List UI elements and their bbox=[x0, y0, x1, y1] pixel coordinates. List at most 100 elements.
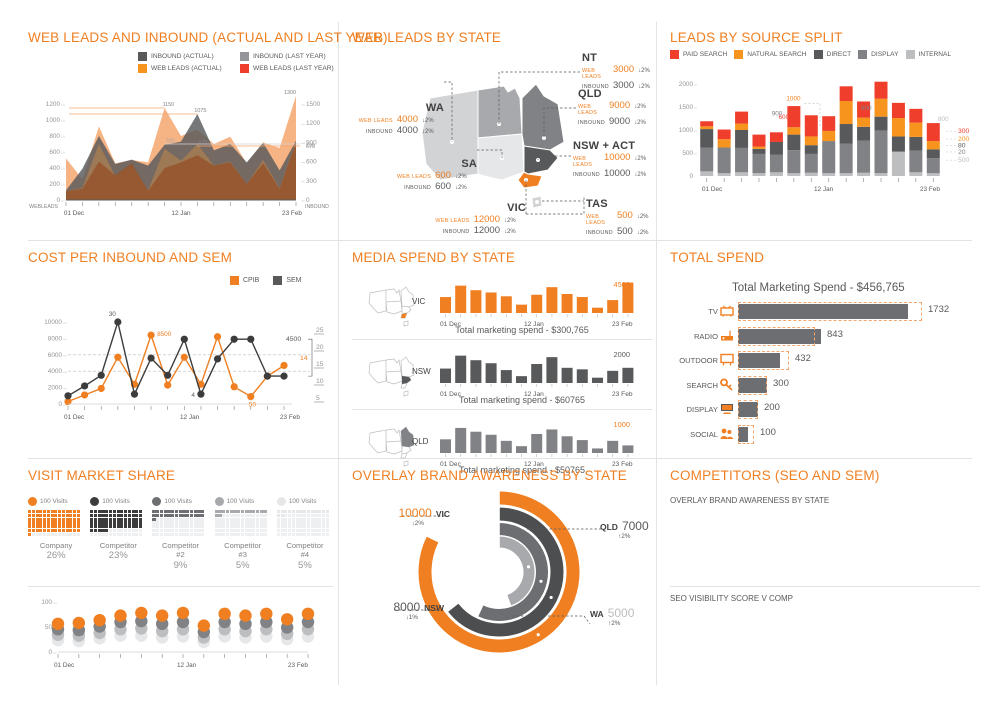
waffle-cell bbox=[31, 532, 35, 536]
waffle-cell bbox=[135, 532, 139, 536]
waffle-cell bbox=[46, 517, 50, 521]
waffle-cell bbox=[43, 513, 47, 517]
bar-segment bbox=[717, 139, 731, 148]
media-peak-label: 4500 bbox=[614, 280, 630, 289]
waffle-cell bbox=[303, 525, 307, 529]
total-spend-target-outline bbox=[738, 375, 767, 395]
donut-label-line: QLD 7000 bbox=[600, 519, 660, 533]
waffle-cell bbox=[46, 510, 50, 514]
map-state-block-nswact: NSW + ACT WEB LEADS 10000 ↓2% INBOUND 10000 ↓2… bbox=[573, 140, 656, 179]
waffle-cell bbox=[127, 510, 131, 514]
waffle-cell bbox=[97, 521, 101, 525]
waffle-cell bbox=[201, 513, 205, 517]
annotation-30: 30 bbox=[109, 311, 117, 318]
bar-segment bbox=[787, 173, 801, 176]
map-state-metric-web: WEB LEADS 500 ↓2% bbox=[586, 210, 659, 226]
waffle-grid bbox=[152, 510, 205, 536]
axis-title-inbound: INBOUND bbox=[305, 204, 329, 210]
waffle-cell bbox=[108, 510, 113, 514]
waffle-cell bbox=[105, 510, 109, 514]
y-axis-tick-left: 8000 bbox=[48, 335, 63, 342]
y-axis-tick-left: 200 bbox=[49, 181, 60, 188]
waffle-cell bbox=[233, 528, 237, 533]
legend-item-natural-search: NATURAL SEARCH bbox=[734, 50, 807, 59]
waffle-cell bbox=[259, 517, 263, 521]
waffle-cell bbox=[276, 517, 280, 521]
donut-label-vic: 10000 VIC ↓2% bbox=[352, 506, 450, 527]
waffle-cell bbox=[233, 521, 237, 525]
data-point bbox=[114, 353, 122, 361]
waffle-cell bbox=[321, 517, 326, 521]
waffle-cell bbox=[171, 517, 175, 521]
bar-segment bbox=[909, 150, 923, 173]
waffle-cell bbox=[237, 525, 241, 529]
waffle-cell bbox=[171, 532, 175, 536]
map-state-block-tas: TAS WEB LEADS 500 ↓2% INBOUND 500 ↓2% bbox=[586, 198, 659, 237]
y-axis-tick-right: 1200 bbox=[306, 120, 321, 127]
legend-label: WEB LEADS (LAST YEAR) bbox=[253, 65, 334, 72]
metric-label: WEB LEADS bbox=[396, 174, 432, 180]
waffle-cell bbox=[31, 513, 35, 517]
waffle-cell bbox=[310, 521, 314, 525]
waffle-grid bbox=[214, 510, 267, 536]
data-point bbox=[81, 382, 89, 390]
metric-value: 600 bbox=[435, 181, 451, 192]
media-row-divider bbox=[352, 409, 652, 410]
waffle-cell bbox=[101, 517, 105, 521]
metric-label: WEB LEADS bbox=[586, 214, 606, 226]
total-spend-row-tv: TV 1732 bbox=[670, 300, 980, 325]
media-bar bbox=[607, 370, 619, 383]
total-spend-category: RADIO bbox=[693, 331, 718, 341]
annotation-8500: 8500 bbox=[157, 331, 172, 338]
waffle-cell bbox=[101, 513, 105, 517]
waffle-cell bbox=[280, 525, 284, 529]
waffle-cell bbox=[182, 528, 186, 533]
data-point bbox=[230, 383, 238, 391]
waffle-cell bbox=[276, 532, 280, 536]
waffle-cell bbox=[93, 510, 98, 514]
bar-segment bbox=[804, 145, 818, 154]
waffle-cell bbox=[318, 532, 322, 536]
x-axis-label: 01 Dec bbox=[702, 186, 723, 193]
bar-segment bbox=[926, 141, 940, 150]
map-state-metric-inb: INBOUND 9000 ↓2% bbox=[578, 116, 656, 127]
waffle-cell bbox=[218, 532, 222, 536]
waffle-cell bbox=[193, 513, 197, 517]
bar-segment bbox=[822, 130, 836, 142]
bar-segment bbox=[752, 153, 766, 174]
waffle-cell bbox=[288, 510, 292, 514]
metric-delta: ↓2% bbox=[504, 218, 516, 224]
metric-label: WEB LEADS bbox=[435, 218, 470, 224]
donut-label-qld: QLD 7000 ↑2% bbox=[600, 519, 660, 540]
waffle-cell bbox=[54, 532, 58, 536]
waffle-cell bbox=[237, 513, 241, 517]
waffle-cell bbox=[120, 510, 124, 514]
metric-label: WEB LEADS bbox=[573, 156, 593, 168]
waffle-cell bbox=[240, 532, 245, 536]
metric-delta: ↓2% bbox=[634, 104, 646, 110]
visit-dot bbox=[260, 607, 273, 621]
panel-total-spend: TOTAL SPEND Total Marketing Spend - $456… bbox=[670, 250, 980, 450]
waffle-cell bbox=[197, 517, 201, 521]
waffle-cell bbox=[97, 525, 101, 529]
waffle-cell bbox=[318, 521, 322, 525]
waffle-cell bbox=[186, 532, 190, 536]
waffle-cell bbox=[90, 517, 94, 521]
bar-segment bbox=[926, 149, 940, 159]
waffle-cell bbox=[108, 525, 113, 529]
bar-segment bbox=[700, 171, 714, 176]
waffle-cell bbox=[35, 517, 39, 521]
waffle-cell bbox=[222, 528, 226, 533]
total-spend-bars: TV 1732 RADIO 843 OUTDOOR 432 SEARCH 300 DISPLAY… bbox=[670, 300, 980, 447]
map-state-block-nt: NT WEB LEADS 3000 ↓2% INBOUND 3000 ↓2% bbox=[582, 52, 660, 91]
panel-web-leads-by-state: WEB LEADS BY STATE NT WEB LEADS 3000 ↓2% INB… bbox=[352, 30, 652, 237]
data-point bbox=[164, 381, 172, 389]
waffle-cell bbox=[178, 517, 182, 521]
waffle-grid bbox=[276, 510, 329, 536]
waffle-cell bbox=[167, 510, 171, 514]
waffle-cell bbox=[240, 528, 245, 533]
bar-segment bbox=[822, 173, 836, 176]
map-state-block-vic: VIC WEB LEADS 12000 ↓2% INBOUND 12000 ↓2% bbox=[352, 202, 526, 236]
waffle-cell bbox=[131, 510, 135, 514]
waffle-cell bbox=[35, 525, 39, 529]
